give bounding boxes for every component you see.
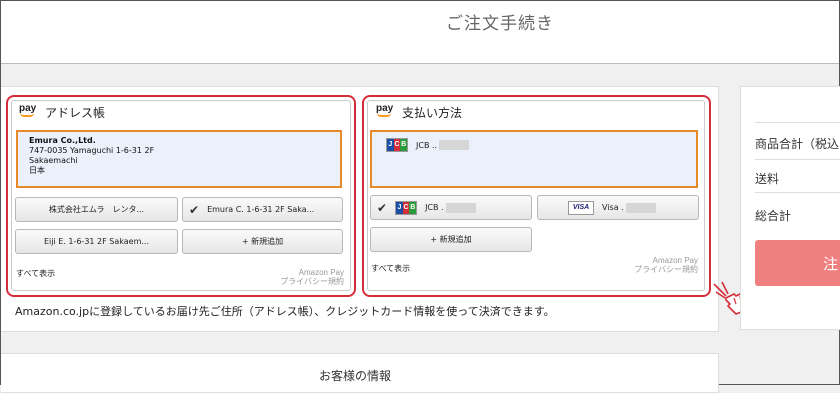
masked-card-number bbox=[625, 202, 656, 213]
address-line2: Sakaemachi bbox=[29, 156, 78, 165]
jcb-card-icon: JCB bbox=[395, 200, 418, 215]
masked-card-number bbox=[445, 202, 476, 213]
card-option-label: Visa . bbox=[602, 203, 624, 212]
masked-card-number bbox=[439, 140, 470, 150]
check-icon: ✔ bbox=[377, 200, 388, 215]
card-option-label: JCB . bbox=[425, 203, 444, 212]
customer-info-title: お客様の情報 bbox=[319, 369, 392, 383]
address-book-title: アドレス帳 bbox=[45, 106, 106, 120]
card-option-selected-button[interactable]: ✔ JCB JCB . bbox=[370, 195, 532, 220]
visa-card-icon: VISA bbox=[568, 200, 594, 215]
selected-card: JCB JCB .. bbox=[386, 138, 470, 152]
add-address-button[interactable]: + 新規追加 bbox=[182, 229, 343, 254]
address-name: Emura Co.,Ltd. bbox=[29, 136, 96, 145]
address-option-button[interactable]: 株式会社エムラ レンタ... bbox=[15, 197, 178, 222]
address-option-label: Eiji E. 1-6-31 2F Sakaem... bbox=[43, 237, 150, 246]
show-all-addresses-link[interactable]: すべて表示 bbox=[16, 268, 55, 279]
amazon-pay-logo-icon: pay bbox=[376, 103, 393, 117]
selected-address-text: Emura Co.,Ltd. 747-0035 Yamaguchi 1-6-31… bbox=[29, 136, 154, 176]
show-all-payments-link[interactable]: すべて表示 bbox=[371, 263, 410, 274]
page-title: ご注文手続き bbox=[446, 14, 554, 34]
amazon-pay-info-text: Amazon.co.jpに登録しているお届け先ご住所（アドレス帳）、クレジットカ… bbox=[15, 305, 555, 318]
address-option-label: 株式会社エムラ レンタ... bbox=[48, 205, 145, 214]
privacy-policy-link[interactable]: プライバシー規約 bbox=[594, 265, 698, 274]
add-payment-label: + 新規追加 bbox=[430, 235, 472, 244]
place-order-button[interactable]: 注 bbox=[755, 240, 840, 286]
selected-card-label: JCB .. bbox=[416, 140, 438, 150]
summary-divider bbox=[755, 192, 840, 193]
jcb-card-icon: JCB bbox=[386, 138, 408, 152]
customer-info-section: お客様の情報 bbox=[1, 353, 719, 393]
address-widget-highlight bbox=[6, 95, 356, 297]
summary-divider bbox=[755, 122, 840, 123]
address-option-label: Emura C. 1-6-31 2F Saka... bbox=[207, 205, 315, 214]
card-option-button[interactable]: VISA Visa . bbox=[537, 195, 699, 220]
page-header: ご注文手続き bbox=[1, 1, 839, 64]
add-address-label: + 新規追加 bbox=[241, 237, 284, 246]
address-widget-footer: Amazon Pay プライバシー規約 bbox=[240, 268, 344, 286]
amazon-pay-label: Amazon Pay bbox=[652, 256, 698, 265]
address-option-selected-button[interactable]: ✔ Emura C. 1-6-31 2F Saka... bbox=[182, 197, 343, 222]
shipping-label: 送料 bbox=[755, 172, 780, 186]
privacy-policy-link[interactable]: プライバシー規約 bbox=[240, 277, 344, 286]
address-option-button[interactable]: Eiji E. 1-6-31 2F Sakaem... bbox=[15, 229, 178, 254]
summary-divider bbox=[755, 159, 840, 160]
order-summary-panel: 商品合計（税込 送料 総合計 注 bbox=[740, 86, 840, 330]
check-icon: ✔ bbox=[189, 202, 200, 217]
payment-widget-footer: Amazon Pay プライバシー規約 bbox=[594, 256, 698, 274]
payment-method-title: 支払い方法 bbox=[402, 106, 463, 120]
total-label: 総合計 bbox=[755, 209, 792, 223]
amazon-pay-logo-icon: pay bbox=[19, 103, 36, 117]
add-payment-button[interactable]: + 新規追加 bbox=[370, 227, 532, 252]
amazon-pay-label: Amazon Pay bbox=[298, 268, 344, 277]
address-line3: 日本 bbox=[29, 166, 45, 175]
address-line1: 747-0035 Yamaguchi 1-6-31 2F bbox=[29, 146, 155, 155]
subtotal-label: 商品合計（税込 bbox=[755, 137, 840, 151]
